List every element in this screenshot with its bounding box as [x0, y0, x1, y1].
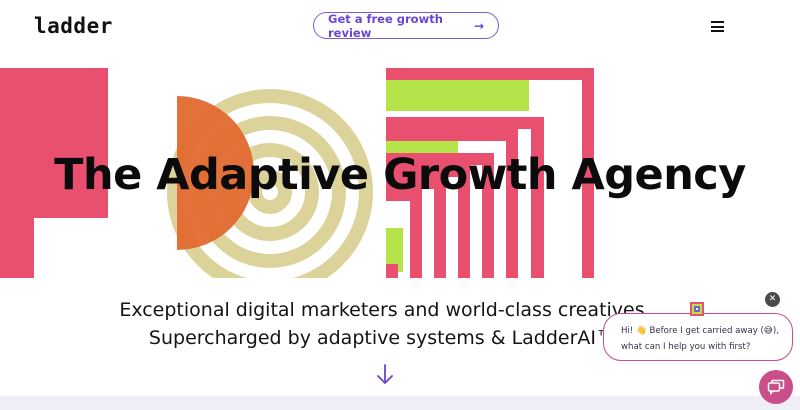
- cta-label: Get a free growth review: [328, 11, 443, 40]
- free-growth-review-button[interactable]: Get a free growth review →: [313, 11, 499, 40]
- arrow-down-icon[interactable]: [376, 364, 394, 386]
- ladder-logo[interactable]: ladder: [34, 14, 113, 38]
- chat-message-bubble[interactable]: Hi! 👋 Before I get carried away (😅), wha…: [603, 313, 793, 361]
- chat-launcher-button[interactable]: [759, 370, 793, 404]
- chat-message-line-1: Hi! 👋 Before I get carried away (😅),: [621, 326, 779, 336]
- chat-icon: [767, 379, 785, 396]
- next-section-strip: [0, 396, 800, 410]
- hero-title: The Adaptive Growth Agency: [54, 150, 746, 200]
- chat-avatar-icon: [690, 302, 704, 316]
- arrow-right-icon: →: [473, 18, 484, 33]
- chat-message-line-2: what can I help you with first?: [621, 342, 751, 352]
- close-icon[interactable]: ✕: [765, 292, 780, 307]
- hamburger-menu-icon[interactable]: [711, 21, 724, 32]
